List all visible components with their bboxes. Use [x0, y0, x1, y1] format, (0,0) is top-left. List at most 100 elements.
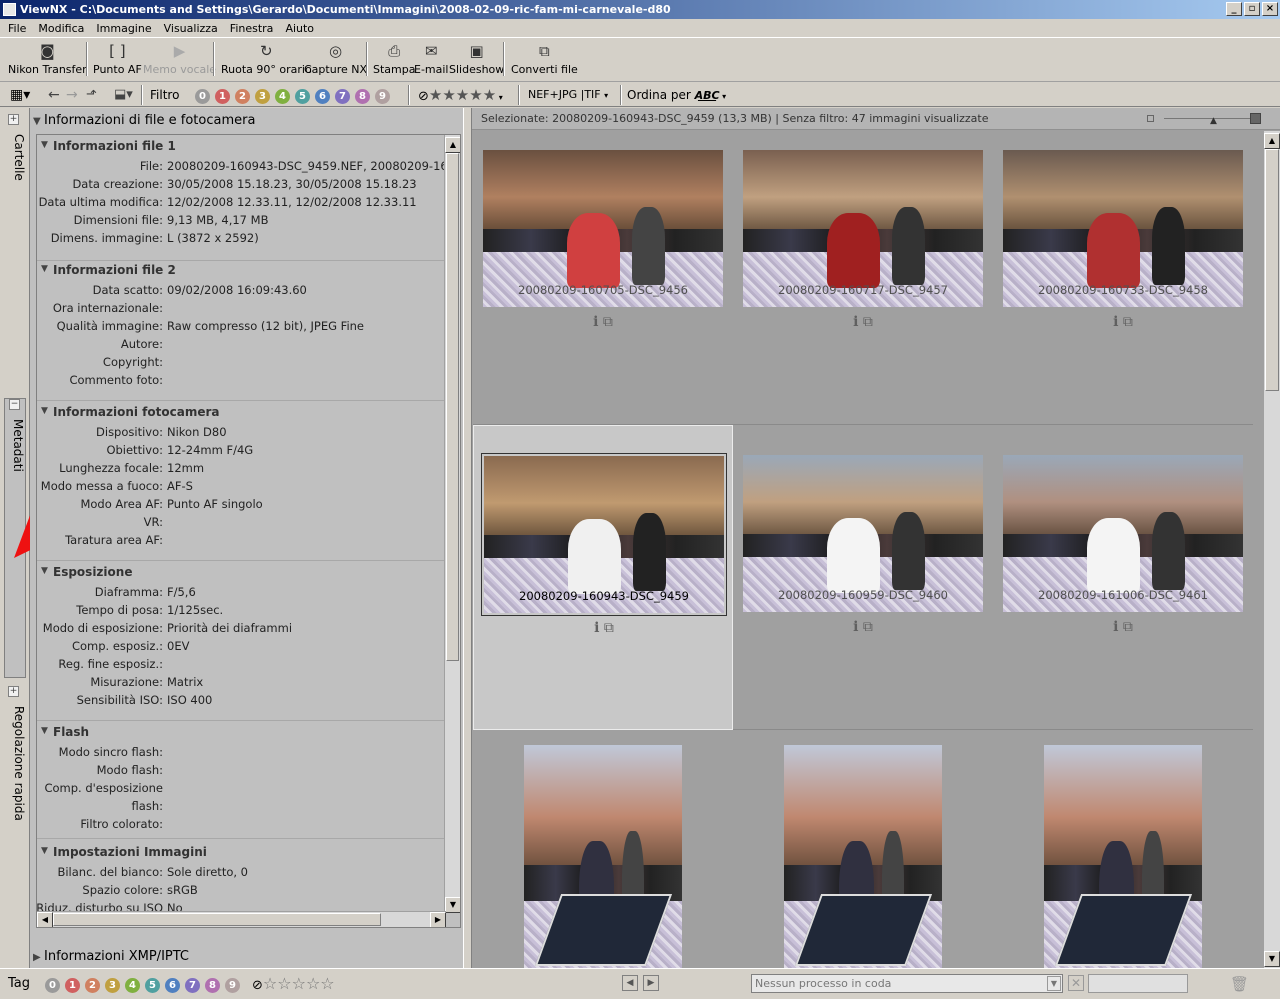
thumbnail-cell[interactable]: 20080209-161436-DSC_9464	[993, 730, 1253, 968]
section-header[interactable]: ▼ Informazioni file 1	[41, 139, 176, 153]
tab-regolazione-rapida[interactable]: + Regolazione rapida	[4, 686, 26, 966]
thumbnail-image[interactable]	[524, 745, 682, 968]
cancel-process-icon[interactable]: ✕	[1068, 975, 1084, 991]
metadata-vertical-scrollbar[interactable]: ▲ ▼	[444, 135, 460, 913]
capture-nx-button[interactable]: ◎ Capture NX	[304, 42, 367, 76]
tag-label-2-button[interactable]: 2	[85, 978, 100, 993]
section-header[interactable]: ▼ Informazioni fotocamera	[41, 405, 219, 419]
info-icon[interactable]: i	[853, 619, 858, 635]
expand-icon[interactable]: +	[8, 114, 19, 125]
label-3-button[interactable]: 3	[255, 89, 270, 104]
thumbnail-cell[interactable]: 20080209-161432-DSC_9462	[473, 730, 733, 968]
scroll-down-arrow-icon[interactable]: ▼	[445, 897, 460, 913]
section-header[interactable]: ▼ Informazioni file 2	[41, 263, 176, 277]
thumbnail-cell[interactable]: 20080209-161434-DSC_9463	[733, 730, 993, 968]
email-button[interactable]: ✉ E-mail	[414, 42, 449, 76]
label-4-button[interactable]: 4	[275, 89, 290, 104]
tag-label-8-button[interactable]: 8	[205, 978, 220, 993]
menu-immagine[interactable]: Immagine	[90, 22, 157, 35]
info-icon[interactable]: i	[853, 314, 858, 330]
scroll-up-arrow-icon[interactable]: ▲	[1264, 133, 1280, 149]
compare-icon[interactable]: ⧉	[863, 314, 873, 330]
scroll-down-arrow-icon[interactable]: ▼	[1264, 951, 1280, 967]
metadata-horizontal-scrollbar[interactable]: ◀ ▶	[37, 911, 446, 927]
rating-filter[interactable]: ⊘★★★★★ ▾	[418, 86, 503, 104]
section-header[interactable]: ▼ Flash	[41, 725, 89, 739]
info-icon[interactable]: i	[594, 620, 599, 636]
close-button[interactable]: ×	[1262, 2, 1278, 16]
file-camera-info-header[interactable]: ▼ Informazioni di file e fotocamera	[30, 111, 463, 131]
label-8-button[interactable]: 8	[355, 89, 370, 104]
expand-icon[interactable]: +	[8, 686, 19, 697]
tag-rating[interactable]: ⊘☆☆☆☆☆	[252, 975, 335, 994]
sort-by-dropdown[interactable]: Ordina per A͟B͟C ▾	[627, 86, 726, 104]
prev-image-button[interactable]: ◀	[622, 975, 638, 991]
menu-visualizza[interactable]: Visualizza	[158, 22, 224, 35]
menu-finestra[interactable]: Finestra	[224, 22, 280, 35]
format-filter[interactable]: NEF+JPG |TIF ▾	[528, 86, 608, 104]
tag-label-7-button[interactable]: 7	[185, 978, 200, 993]
chevron-down-icon[interactable]: ▼	[1047, 976, 1061, 991]
compare-icon[interactable]: ⧉	[604, 620, 614, 636]
thumbnail-size-slider[interactable]	[1164, 118, 1254, 119]
xmp-iptc-header[interactable]: ▶ Informazioni XMP/IPTC	[30, 948, 463, 966]
trash-icon[interactable]: 🗑	[1230, 975, 1249, 993]
memo-vocale-button[interactable]: ▶ Memo vocale	[143, 42, 216, 76]
scroll-thumb[interactable]	[53, 913, 381, 926]
rotate-button[interactable]: ↻ Ruota 90° orario	[221, 42, 312, 76]
maximize-button[interactable]: ▫	[1244, 2, 1260, 16]
scroll-thumb[interactable]	[446, 153, 459, 661]
thumbnail-image[interactable]	[784, 745, 942, 968]
tag-label-4-button[interactable]: 4	[125, 978, 140, 993]
tag-label-0-button[interactable]: 0	[45, 978, 60, 993]
thumbnail-image[interactable]	[1044, 745, 1202, 968]
scroll-left-arrow-icon[interactable]: ◀	[37, 912, 53, 927]
compare-icon[interactable]: ⧉	[863, 619, 873, 635]
large-size-icon[interactable]	[1250, 113, 1261, 124]
thumbnail-cell[interactable]: 20080209-161006-DSC_9461 i ⧉	[993, 425, 1253, 730]
thumbnail-cell[interactable]: 20080209-160733-DSC_9458 i ⧉	[993, 131, 1253, 425]
thumbnail-grid-icon[interactable]: ▦▾	[10, 86, 30, 104]
info-icon[interactable]: i	[593, 314, 598, 330]
panel-splitter[interactable]	[463, 108, 472, 968]
tag-label-6-button[interactable]: 6	[165, 978, 180, 993]
compare-icon[interactable]: ⧉	[603, 314, 613, 330]
compare-icon[interactable]: ⧉	[1123, 314, 1133, 330]
small-size-icon[interactable]	[1147, 115, 1154, 122]
label-7-button[interactable]: 7	[335, 89, 350, 104]
tag-label-9-button[interactable]: 9	[225, 978, 240, 993]
label-1-button[interactable]: 1	[215, 89, 230, 104]
browser-vertical-scrollbar[interactable]: ▲ ▼	[1263, 131, 1280, 968]
nikon-transfer-button[interactable]: ◙ Nikon Transfer	[8, 42, 87, 76]
slideshow-button[interactable]: ▣ Slideshow	[449, 42, 504, 76]
menu-aiuto[interactable]: Aiuto	[279, 22, 320, 35]
minimize-button[interactable]: _	[1226, 2, 1242, 16]
thumbnail-cell[interactable]: 20080209-160959-DSC_9460 i ⧉	[733, 425, 993, 730]
print-button[interactable]: ⎙ Stampa	[373, 42, 415, 76]
menu-modifica[interactable]: Modifica	[32, 22, 90, 35]
thumbnail-cell[interactable]: 20080209-160943-DSC_9459 i ⧉	[473, 425, 733, 730]
tag-label-1-button[interactable]: 1	[65, 978, 80, 993]
info-icon[interactable]: i	[1113, 314, 1118, 330]
menu-file[interactable]: File	[2, 22, 32, 35]
label-9-button[interactable]: 9	[375, 89, 390, 104]
label-2-button[interactable]: 2	[235, 89, 250, 104]
label-0-button[interactable]: 0	[195, 89, 210, 104]
collapse-icon[interactable]: −	[9, 399, 20, 410]
section-header[interactable]: ▼ Esposizione	[41, 565, 132, 579]
tag-label-3-button[interactable]: 3	[105, 978, 120, 993]
tab-cartelle[interactable]: + Cartelle	[4, 114, 26, 394]
compare-icon[interactable]: ⧉	[1123, 619, 1133, 635]
scroll-right-arrow-icon[interactable]: ▶	[430, 912, 446, 927]
next-image-button[interactable]: ▶	[643, 975, 659, 991]
forward-arrow-icon[interactable]: →	[66, 86, 78, 104]
info-icon[interactable]: i	[1113, 619, 1118, 635]
slider-handle[interactable]: ▲	[1210, 117, 1217, 126]
convert-button[interactable]: ⧉ Converti file	[511, 42, 578, 76]
scroll-thumb[interactable]	[1265, 149, 1279, 391]
back-arrow-icon[interactable]: ←	[48, 86, 60, 104]
punto-af-button[interactable]: [ ] Punto AF	[93, 42, 142, 76]
thumbnail-cell[interactable]: 20080209-160705-DSC_9456 i ⧉	[473, 131, 733, 425]
up-folder-icon[interactable]: ⬏	[86, 86, 97, 104]
tag-label-5-button[interactable]: 5	[145, 978, 160, 993]
